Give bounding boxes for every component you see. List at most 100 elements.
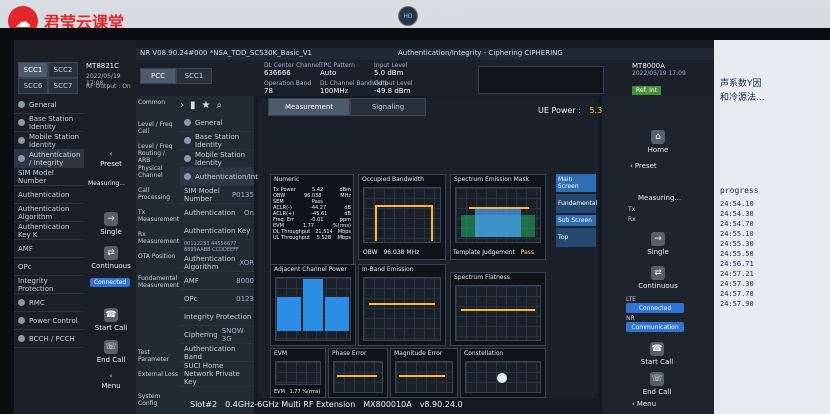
item-authentication[interactable]: Authentication/Integrity: [180, 168, 278, 186]
home-button[interactable]: ⌂ Home: [638, 130, 678, 154]
chevron-right-icon[interactable]: ›: [180, 100, 184, 111]
side-menu-test-parameter[interactable]: Test Parameter: [136, 346, 180, 368]
sidebar-toggle-icon[interactable]: ▮: [190, 100, 196, 111]
side-menu-rx[interactable]: Rx Measurement: [136, 228, 180, 250]
tab-scc7[interactable]: SCC7: [48, 78, 78, 94]
sidebar-item-rmc[interactable]: RMC: [14, 294, 84, 312]
tab-top[interactable]: Top: [556, 228, 596, 247]
tab-fundamental[interactable]: Fundamental: [556, 194, 597, 213]
preset-button[interactable]: ‹ Preset: [88, 150, 134, 168]
time-item: 24:57.21: [720, 270, 754, 278]
start-call-button[interactable]: ☎ Start Call: [88, 308, 134, 332]
footer-slot: Slot#2: [190, 400, 218, 409]
side-menu-level-freq[interactable]: Level / Freq Cell: [136, 118, 180, 140]
item-label: Base Station Identity: [195, 132, 240, 149]
sidebar-item-auth-alg[interactable]: Authentication Algorithm: [14, 204, 84, 222]
time-item: 24:54.10: [720, 200, 754, 208]
start-call-button-right[interactable]: ☎ Start Call: [632, 342, 682, 366]
tab-scc1[interactable]: SCC1: [18, 62, 48, 78]
evm-readout: EVM 1.77 %(rms): [274, 389, 320, 395]
search-icon[interactable]: ⌕: [216, 100, 222, 111]
home-icon: ⌂: [651, 130, 665, 144]
side-menu-common[interactable]: Common: [136, 96, 180, 118]
chevron-left-icon: ‹: [109, 372, 113, 380]
tab-scc6[interactable]: SCC6: [18, 78, 48, 94]
single-label: Single: [100, 228, 122, 236]
chevron-left-icon: ‹: [632, 400, 635, 408]
measuring-label-right: Measuring...: [638, 194, 682, 202]
side-menu-call-processing[interactable]: Call Processing: [136, 184, 180, 206]
device-date: 2022/05/19 17:09: [632, 70, 686, 77]
left-action-column: ‹ Preset Measuring... → Single ⇄ Continuous…: [88, 150, 134, 390]
item-mobile-station[interactable]: Mobile Station Identity: [180, 150, 254, 168]
tab-signaling[interactable]: Signaling: [350, 98, 426, 116]
continuous-button[interactable]: ⇄ Continuous: [88, 246, 134, 270]
sidebar-item-bcch[interactable]: BCCH / PCCH: [14, 330, 84, 348]
tab-measurement[interactable]: Measurement: [268, 98, 350, 116]
tab-scc1-main[interactable]: SCC1: [176, 68, 212, 84]
tab-scc2[interactable]: SCC2: [48, 62, 78, 78]
sidebar-item-amf[interactable]: AMF: [14, 240, 84, 258]
item-authentication-algorithm[interactable]: Authentication Algorithm XOR: [180, 254, 254, 272]
item-authentication-key[interactable]: Authentication Key: [180, 222, 254, 240]
item-sim-model[interactable]: SIM Model Number P0135: [180, 186, 254, 204]
single-button-right[interactable]: → Single: [638, 232, 678, 256]
side-menu-routing[interactable]: Level / Freq Routing / ARB: [136, 140, 180, 164]
side-menu-ota[interactable]: OTA Position: [136, 250, 180, 272]
webcam-icon: HD: [398, 6, 418, 26]
sidebar-item-general[interactable]: General: [14, 96, 84, 114]
side-menu-tx[interactable]: Tx Measurement: [136, 206, 180, 228]
end-call-button[interactable]: ☏ End Call: [88, 340, 134, 364]
acp-title: Adjacent Channel Power: [274, 266, 347, 273]
sidebar-item-mobile-station[interactable]: Mobile Station Identity: [14, 132, 84, 150]
numeric-title: Numeric: [274, 176, 300, 183]
item-authentication-band[interactable]: Authentication Band: [180, 344, 254, 362]
item-integrity-protection[interactable]: Integrity Protection: [180, 308, 254, 326]
header-status-area: PCC SCC1 DL Center Channel 636666 TPC Pa…: [136, 60, 714, 96]
item-opc[interactable]: OPc 0123: [180, 290, 254, 308]
single-button[interactable]: → Single: [88, 212, 134, 236]
obw-readout: OBW 96.038 MHz: [363, 249, 419, 256]
footer-model: MX800010A: [363, 400, 412, 409]
obw-label: OBW: [363, 249, 378, 256]
sidebar-item-authentication[interactable]: Authentication / Integrity: [14, 150, 84, 168]
side-menu-external-loss[interactable]: External Loss: [136, 368, 180, 390]
end-call-button-right[interactable]: ☏ End Call: [632, 372, 682, 396]
occupied-bandwidth-panel: Occupied Bandwidth OBW 96.038 MHz: [358, 174, 446, 260]
side-menu-fundamental[interactable]: Fundamental Measurement: [136, 272, 180, 302]
item-ciphering[interactable]: Ciphering SNOW 3G: [180, 326, 254, 344]
preset-button-right[interactable]: ‹ Preset: [630, 162, 684, 170]
sidebar-item-auth[interactable]: Authentication: [14, 186, 84, 204]
item-general[interactable]: General: [180, 114, 254, 132]
item-base-station[interactable]: Base Station Identity: [180, 132, 254, 150]
progress-time-list: 24:54.10 24:54.30 24:54.70 24:55.10 24:5…: [720, 200, 754, 310]
tab-pcc[interactable]: PCC: [140, 68, 176, 84]
inband-grid: [363, 277, 441, 341]
menu-button[interactable]: ‹ Menu: [88, 372, 134, 390]
sidebar-item-opc[interactable]: OPc: [14, 258, 84, 276]
time-item: 24:55.10: [720, 230, 754, 238]
side-menu-system-config[interactable]: System Config: [136, 390, 180, 412]
sidebar-item-sim-model[interactable]: SIM Model Number: [14, 168, 84, 186]
item-authentication-state[interactable]: Authentication On: [180, 204, 254, 222]
continuous-button-right[interactable]: ⇄ Continuous: [628, 266, 688, 290]
sidebar-item-base-station[interactable]: Base Station Identity: [14, 114, 84, 132]
side-menu-physical-channel[interactable]: Physical Channel: [136, 162, 180, 184]
star-icon[interactable]: ★: [202, 100, 211, 111]
sidebar-item-auth-key[interactable]: Authentication Key K: [14, 222, 84, 240]
item-amf[interactable]: AMF 8000: [180, 272, 254, 290]
preset-label-right: Preset: [634, 162, 657, 170]
sidebar-item-power-control[interactable]: Power Control: [14, 312, 84, 330]
circle-icon: [18, 101, 25, 108]
menu-button-right[interactable]: ‹ Menu: [632, 400, 682, 408]
phase-error-trace: [337, 375, 377, 377]
circle-icon: [18, 317, 25, 324]
tab-main-screen[interactable]: Main Screen: [556, 174, 596, 192]
item-label: SIM Model Number: [184, 186, 220, 203]
item-suci-key[interactable]: SUCI Home Network Private Key: [180, 362, 254, 387]
instrument-screen: SCC1 SCC2 SCC6 SCC7 MT8821C 2022/05/19 1…: [14, 40, 714, 414]
occupied-bw-title: Occupied Bandwidth: [362, 176, 424, 183]
tab-sub-screen[interactable]: Sub Screen: [556, 215, 596, 226]
right-window-title-2: 和冷源法...: [720, 93, 765, 103]
sidebar-item-integrity[interactable]: Integrity Protection: [14, 276, 84, 294]
